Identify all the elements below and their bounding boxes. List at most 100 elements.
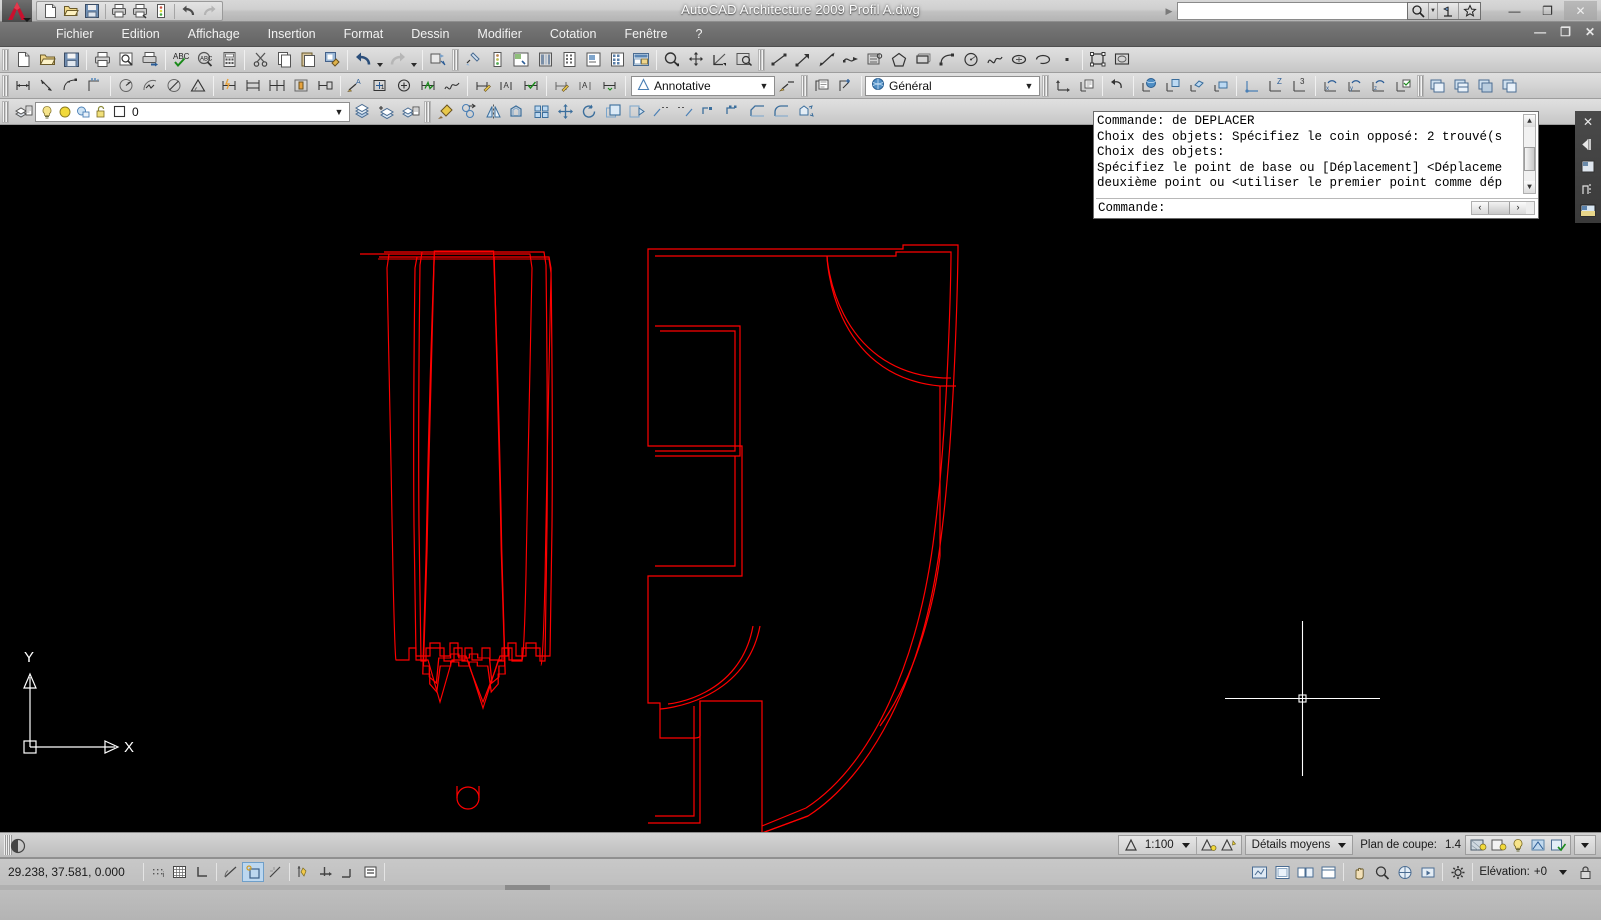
layer-state-caret[interactable]: ▼ bbox=[1021, 77, 1037, 95]
multiline-icon[interactable] bbox=[863, 48, 887, 71]
polyline-icon[interactable] bbox=[839, 48, 863, 71]
command-vertical-scrollbar[interactable]: ▲ ▼ bbox=[1523, 114, 1536, 194]
menu-item-help[interactable]: ? bbox=[682, 24, 717, 44]
ucs-icon[interactable] bbox=[1051, 74, 1075, 97]
save-icon[interactable] bbox=[59, 48, 83, 71]
command-hscroll-right[interactable]: › bbox=[1510, 202, 1526, 214]
layer-state-combo[interactable]: Général ▼ bbox=[865, 76, 1040, 96]
table-style-icon[interactable] bbox=[598, 74, 622, 97]
menu-item-modifier[interactable]: Modifier bbox=[463, 24, 535, 44]
dim-jog-line-icon[interactable] bbox=[416, 74, 440, 97]
paste-icon[interactable] bbox=[296, 48, 320, 71]
text-style-icon[interactable]: A bbox=[574, 74, 598, 97]
collapse-palette-icon[interactable] bbox=[1577, 135, 1599, 153]
match-properties-icon[interactable] bbox=[320, 48, 344, 71]
jogged-dimension-icon[interactable] bbox=[138, 74, 162, 97]
new-file-icon[interactable] bbox=[11, 48, 35, 71]
ortho-mode-toggle[interactable] bbox=[191, 862, 213, 882]
elevation-value[interactable]: +0 bbox=[1533, 862, 1551, 882]
freeze-viewport-icon[interactable] bbox=[74, 105, 92, 119]
array-icon[interactable] bbox=[529, 100, 553, 123]
zoom-previous-icon[interactable] bbox=[732, 48, 756, 71]
toolbar-grip-layers[interactable] bbox=[2, 101, 9, 123]
stretch-icon[interactable] bbox=[625, 100, 649, 123]
command-window[interactable]: Commande: de DEPLACER Choix des objets: … bbox=[1093, 111, 1539, 219]
dim-break-icon[interactable] bbox=[440, 74, 464, 97]
block-editor-icon[interactable] bbox=[426, 48, 450, 71]
elevation-caret[interactable] bbox=[1551, 862, 1574, 882]
menu-item-edition[interactable]: Edition bbox=[108, 24, 174, 44]
steering-wheel-icon[interactable] bbox=[1393, 862, 1416, 882]
break-at-point-icon[interactable] bbox=[721, 100, 745, 123]
block-icon[interactable] bbox=[1086, 48, 1110, 71]
move-icon[interactable] bbox=[553, 100, 577, 123]
dim-text-edit-icon[interactable]: A bbox=[495, 74, 519, 97]
redo-icon[interactable] bbox=[385, 48, 409, 71]
quick-view-layouts-icon[interactable] bbox=[1294, 862, 1317, 882]
properties-palette-icon[interactable] bbox=[1577, 157, 1599, 175]
dimension-style-icon[interactable] bbox=[550, 74, 574, 97]
layer-previous-icon[interactable] bbox=[350, 100, 374, 123]
viewport-1-icon[interactable] bbox=[1426, 74, 1450, 97]
properties-icon[interactable] bbox=[461, 48, 485, 71]
publish-icon[interactable] bbox=[138, 48, 162, 71]
command-horizontal-scrollbar[interactable]: ‹ › bbox=[1471, 201, 1535, 215]
world-ucs-icon[interactable] bbox=[1137, 74, 1161, 97]
add-scale-icon[interactable] bbox=[1219, 836, 1239, 854]
dynamic-input-toggle[interactable] bbox=[337, 862, 359, 882]
layer-state-manager-icon[interactable] bbox=[810, 74, 834, 97]
layer-properties-manager-icon[interactable] bbox=[11, 100, 35, 123]
favorites-star-icon[interactable] bbox=[1459, 3, 1480, 19]
layer-isolate-icon[interactable] bbox=[1488, 836, 1508, 854]
rotate-y-icon[interactable]: y bbox=[1343, 74, 1367, 97]
fillet-icon[interactable] bbox=[769, 100, 793, 123]
paper-space-icon[interactable] bbox=[1271, 862, 1294, 882]
offset-icon[interactable] bbox=[505, 100, 529, 123]
mirror-icon[interactable] bbox=[481, 100, 505, 123]
color-swatch-icon[interactable] bbox=[110, 105, 128, 118]
command-scroll-down-arrow[interactable]: ▼ bbox=[1524, 181, 1535, 193]
redo-dropdown-caret[interactable] bbox=[409, 48, 419, 71]
construction-line-icon[interactable] bbox=[815, 48, 839, 71]
toolbar-grip-viewports[interactable] bbox=[1417, 75, 1424, 97]
diurnal-icon[interactable] bbox=[10, 838, 26, 854]
quick-view-drawings-icon[interactable] bbox=[1317, 862, 1340, 882]
rectangle-icon[interactable] bbox=[911, 48, 935, 71]
z-axis-vector-icon[interactable]: Z bbox=[1264, 74, 1288, 97]
copy-icon[interactable] bbox=[272, 48, 296, 71]
polygon-icon[interactable] bbox=[887, 48, 911, 71]
menu-item-dessin[interactable]: Dessin bbox=[397, 24, 463, 44]
match-properties-brush-icon[interactable] bbox=[433, 100, 457, 123]
baseline-dimension-icon[interactable] bbox=[241, 74, 265, 97]
dashboard-icon[interactable] bbox=[629, 48, 653, 71]
viewport-4-icon[interactable] bbox=[1498, 74, 1522, 97]
unlock-icon[interactable] bbox=[92, 105, 110, 119]
annotation-visibility-icon[interactable] bbox=[1199, 836, 1219, 854]
dim-edit-icon[interactable] bbox=[471, 74, 495, 97]
face-ucs-icon[interactable] bbox=[1185, 74, 1209, 97]
toolbar-grip-modify[interactable] bbox=[424, 101, 431, 123]
apply-ucs-icon[interactable] bbox=[1391, 74, 1415, 97]
command-hscroll-left[interactable]: ‹ bbox=[1472, 202, 1488, 214]
undo-icon[interactable] bbox=[351, 48, 375, 71]
extend-icon[interactable] bbox=[673, 100, 697, 123]
showmotion-icon[interactable] bbox=[1416, 862, 1439, 882]
lightbulb-icon[interactable] bbox=[1508, 836, 1528, 854]
cut-plane-value[interactable]: 1.4 bbox=[1445, 839, 1461, 851]
polar-tracking-toggle[interactable] bbox=[220, 862, 242, 882]
plot-preview-icon[interactable] bbox=[114, 48, 138, 71]
menu-item-format[interactable]: Format bbox=[330, 24, 398, 44]
spell-check-icon[interactable]: ABC bbox=[169, 48, 193, 71]
snap-mode-toggle[interactable]: i bbox=[147, 862, 169, 882]
ray-icon[interactable] bbox=[791, 48, 815, 71]
add-layer-state-icon[interactable] bbox=[834, 74, 858, 97]
command-hscroll-thumb[interactable] bbox=[1488, 202, 1510, 214]
menu-item-fenetre[interactable]: Fenêtre bbox=[610, 24, 681, 44]
tool-palettes-icon[interactable] bbox=[485, 48, 509, 71]
zoom-window-icon[interactable] bbox=[708, 48, 732, 71]
annotation-style-combo[interactable]: Annotative ▼ bbox=[631, 76, 775, 96]
scale-icon[interactable] bbox=[601, 100, 625, 123]
layer-combo-caret[interactable]: ▼ bbox=[331, 103, 347, 121]
rotate-z-icon[interactable]: z bbox=[1367, 74, 1391, 97]
zoom-realtime-icon[interactable] bbox=[660, 48, 684, 71]
